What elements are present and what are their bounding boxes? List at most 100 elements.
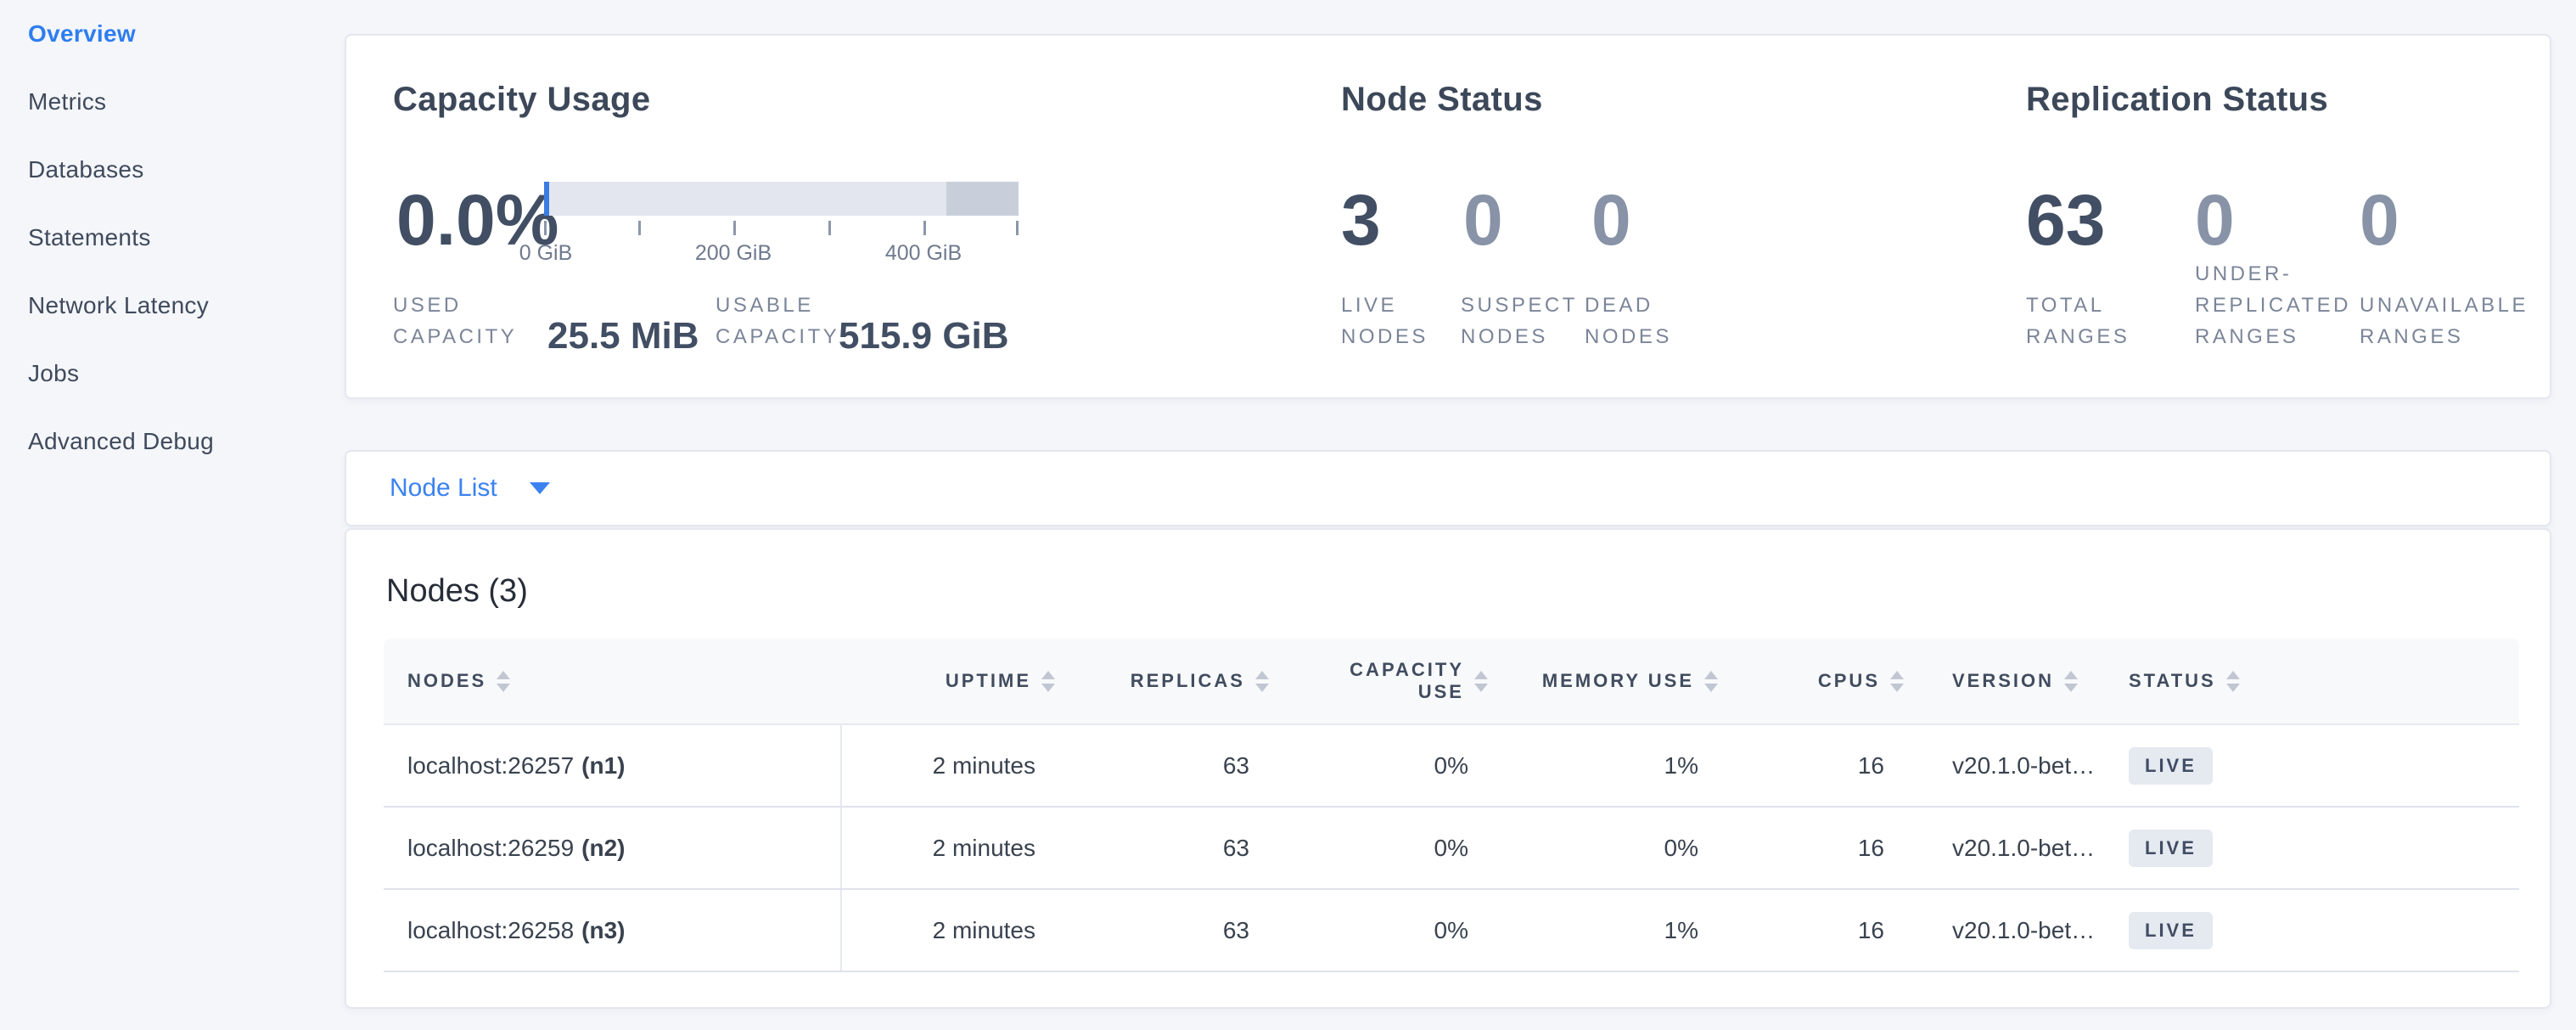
replicas-cell: 63 bbox=[1055, 890, 1269, 971]
gauge-tick-label: 0 GiB bbox=[519, 241, 573, 266]
status-badge: LIVE bbox=[2129, 747, 2213, 785]
gauge-tick-label: 400 GiB bbox=[885, 241, 962, 266]
node-id: (n3) bbox=[581, 917, 625, 944]
replication-status-title: Replication Status bbox=[2026, 82, 2328, 116]
table-row: localhost:26257(n1) 2 minutes 63 0% 1% 1… bbox=[384, 725, 2519, 808]
gauge-tick bbox=[733, 221, 736, 235]
replication-status-section: Replication Status 63 0 0 TOTAL RANGES U… bbox=[2026, 36, 2535, 397]
node-list-dropdown-label[interactable]: Node List bbox=[390, 474, 497, 503]
used-capacity-value: 25.5 MiB bbox=[547, 318, 699, 355]
memory-use-cell: 1% bbox=[1488, 890, 1718, 971]
node-id: (n1) bbox=[581, 752, 625, 780]
gauge-tick bbox=[828, 221, 831, 235]
capacity-usage-section: Capacity Usage 0.0% 0 GiB 200 GiB 400 Gi… bbox=[393, 36, 1123, 397]
column-header-nodes[interactable]: NODES bbox=[384, 639, 842, 723]
usable-capacity-label: USABLE CAPACITY bbox=[716, 290, 839, 352]
column-header-uptime[interactable]: UPTIME bbox=[842, 639, 1055, 723]
under-replicated-ranges-count: 0 bbox=[2195, 184, 2235, 256]
sort-arrows-icon bbox=[2226, 671, 2240, 692]
sidebar-item-overview[interactable]: Overview bbox=[0, 0, 336, 68]
cpus-cell: 16 bbox=[1718, 890, 1904, 971]
capacity-use-cell: 0% bbox=[1269, 725, 1488, 806]
nodes-table-heading: Nodes (3) bbox=[386, 574, 528, 608]
cpus-cell: 16 bbox=[1718, 725, 1904, 806]
sidebar-item-jobs[interactable]: Jobs bbox=[0, 340, 336, 408]
sidebar-item-network-latency[interactable]: Network Latency bbox=[0, 272, 336, 340]
sort-arrows-icon bbox=[1704, 671, 1718, 692]
sort-arrows-icon bbox=[1474, 671, 1488, 692]
column-header-replicas[interactable]: REPLICAS bbox=[1055, 639, 1269, 723]
capacity-use-cell: 0% bbox=[1269, 808, 1488, 888]
status-badge: LIVE bbox=[2129, 912, 2213, 949]
dead-nodes-count: 0 bbox=[1591, 184, 1631, 256]
capacity-use-cell: 0% bbox=[1269, 890, 1488, 971]
dead-nodes-label: DEAD NODES bbox=[1585, 290, 1672, 352]
uptime-cell: 2 minutes bbox=[842, 725, 1055, 806]
memory-use-cell: 0% bbox=[1488, 808, 1718, 888]
cpus-cell: 16 bbox=[1718, 808, 1904, 888]
table-row: localhost:26258(n3) 2 minutes 63 0% 1% 1… bbox=[384, 890, 2519, 972]
under-replicated-ranges-label: UNDER- REPLICATED RANGES bbox=[2195, 258, 2351, 352]
sort-arrows-icon bbox=[1890, 671, 1904, 692]
chevron-down-icon bbox=[530, 482, 550, 494]
sidebar: Overview Metrics Databases Statements Ne… bbox=[0, 0, 336, 1030]
cluster-summary-card: Capacity Usage 0.0% 0 GiB 200 GiB 400 Gi… bbox=[345, 34, 2551, 399]
sort-arrows-icon bbox=[497, 671, 510, 692]
gauge-tick bbox=[544, 221, 547, 235]
memory-use-cell: 1% bbox=[1488, 725, 1718, 806]
live-nodes-label: LIVE NODES bbox=[1341, 290, 1428, 352]
gauge-tick-label: 200 GiB bbox=[695, 241, 772, 266]
status-cell: LIVE bbox=[2120, 890, 2519, 971]
version-cell: v20.1.0-bet… bbox=[1904, 890, 2120, 971]
sort-arrows-icon bbox=[2064, 671, 2078, 692]
used-capacity-label: USED CAPACITY bbox=[393, 290, 517, 352]
unavailable-ranges-label: UNAVAILABLE RANGES bbox=[2360, 290, 2528, 352]
status-cell: LIVE bbox=[2120, 808, 2519, 888]
version-cell: v20.1.0-bet… bbox=[1904, 808, 2120, 888]
column-header-memory-use[interactable]: MEMORY USE bbox=[1488, 639, 1718, 723]
node-address-link[interactable]: localhost:26259(n2) bbox=[384, 808, 842, 888]
capacity-gauge: 0 GiB 200 GiB 400 GiB bbox=[544, 182, 1019, 216]
gauge-tick bbox=[638, 221, 641, 235]
node-status-section: Node Status 3 0 0 LIVE NODES SUSPECT NOD… bbox=[1341, 36, 1986, 397]
sidebar-item-advanced-debug[interactable]: Advanced Debug bbox=[0, 408, 336, 476]
cluster-overview-page: Overview Metrics Databases Statements Ne… bbox=[0, 0, 2576, 1030]
replicas-cell: 63 bbox=[1055, 808, 1269, 888]
total-ranges-count: 63 bbox=[2026, 184, 2105, 256]
column-header-capacity-use[interactable]: CAPACITY USE bbox=[1269, 639, 1488, 723]
nodes-table-header: NODES UPTIME REPLICAS CAPACITY USE MEMOR… bbox=[384, 639, 2519, 725]
table-row: localhost:26259(n2) 2 minutes 63 0% 0% 1… bbox=[384, 808, 2519, 890]
node-address-link[interactable]: localhost:26257(n1) bbox=[384, 725, 842, 806]
sort-arrows-icon bbox=[1255, 671, 1269, 692]
gauge-tick bbox=[1016, 221, 1019, 235]
nodes-table-card: Nodes (3) NODES UPTIME REPLICAS CAPACITY… bbox=[345, 528, 2551, 1009]
suspect-nodes-count: 0 bbox=[1463, 184, 1503, 256]
sort-arrows-icon bbox=[1041, 671, 1055, 692]
usable-capacity-value: 515.9 GiB bbox=[839, 318, 1009, 355]
nodes-table: NODES UPTIME REPLICAS CAPACITY USE MEMOR… bbox=[384, 639, 2519, 972]
node-address-link[interactable]: localhost:26258(n3) bbox=[384, 890, 842, 971]
capacity-usage-title: Capacity Usage bbox=[393, 82, 651, 116]
column-header-version[interactable]: VERSION bbox=[1904, 639, 2120, 723]
status-cell: LIVE bbox=[2120, 725, 2519, 806]
gauge-tick bbox=[923, 221, 926, 235]
sidebar-item-databases[interactable]: Databases bbox=[0, 136, 336, 204]
sidebar-item-statements[interactable]: Statements bbox=[0, 204, 336, 272]
suspect-nodes-label: SUSPECT NODES bbox=[1461, 290, 1578, 352]
node-status-title: Node Status bbox=[1341, 82, 1543, 116]
column-header-status[interactable]: STATUS bbox=[2120, 639, 2519, 723]
version-cell: v20.1.0-bet… bbox=[1904, 725, 2120, 806]
node-id: (n2) bbox=[581, 835, 625, 862]
unavailable-ranges-count: 0 bbox=[2360, 184, 2399, 256]
sidebar-item-metrics[interactable]: Metrics bbox=[0, 68, 336, 136]
replicas-cell: 63 bbox=[1055, 725, 1269, 806]
gauge-used-marker bbox=[544, 182, 549, 216]
node-list-dropdown[interactable]: Node List bbox=[345, 450, 2551, 526]
total-ranges-label: TOTAL RANGES bbox=[2026, 290, 2130, 352]
gauge-other-segment bbox=[946, 182, 1019, 216]
uptime-cell: 2 minutes bbox=[842, 890, 1055, 971]
column-header-cpus[interactable]: CPUS bbox=[1718, 639, 1904, 723]
uptime-cell: 2 minutes bbox=[842, 808, 1055, 888]
live-nodes-count: 3 bbox=[1341, 184, 1381, 256]
status-badge: LIVE bbox=[2129, 830, 2213, 867]
